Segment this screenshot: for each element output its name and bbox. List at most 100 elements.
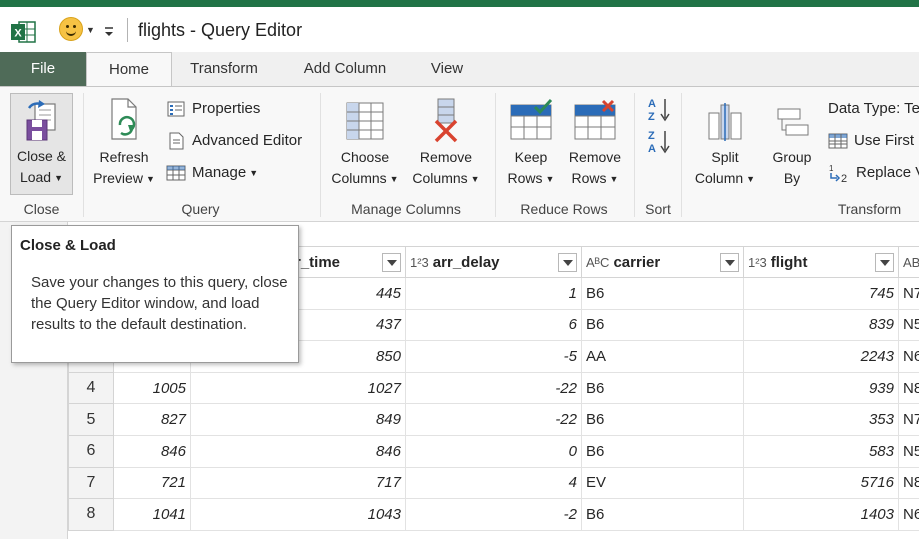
refresh-preview-button[interactable]: Refresh Preview ▼ (88, 93, 160, 195)
svg-text:Z: Z (648, 111, 655, 123)
cell-flight[interactable]: 939 (743, 371, 899, 405)
cell-sched-arr-time[interactable]: 849 (190, 403, 406, 436)
row-number[interactable]: 6 (68, 434, 114, 468)
cell-sched-arr-time[interactable]: 1043 (190, 498, 406, 531)
column-filter-button[interactable] (720, 253, 739, 272)
number-type-icon[interactable]: 1²3 (748, 255, 767, 270)
row-number[interactable]: 4 (68, 371, 114, 405)
cell-carrier[interactable]: B6 (581, 371, 744, 405)
cell-arr-delay[interactable]: -22 (405, 403, 582, 436)
group-label-manage-columns: Manage Columns (351, 201, 461, 217)
remove-rows-button[interactable]: Remove Rows ▼ (562, 93, 628, 195)
number-type-icon[interactable]: 1²3 (410, 255, 429, 270)
cell-tailnum[interactable]: N7 (898, 403, 919, 436)
data-type-label: Data Type: Te (828, 100, 919, 117)
text-type-icon[interactable]: AᴮC (586, 255, 609, 270)
cell-flight[interactable]: 839 (743, 308, 899, 342)
row-number[interactable]: 5 (68, 403, 114, 436)
cell-sched-arr-time[interactable]: 846 (190, 434, 406, 468)
cell-tailnum[interactable]: N5 (898, 308, 919, 342)
row-number[interactable]: 8 (68, 498, 114, 531)
cell-carrier[interactable]: EV (581, 466, 744, 500)
chevron-down-icon: ▼ (545, 173, 555, 184)
group-separator (681, 93, 682, 217)
excel-icon[interactable]: X (10, 20, 36, 44)
use-first-row-button[interactable]: Use First (828, 129, 914, 153)
cell-flight[interactable]: 5716 (743, 466, 899, 500)
tab-home[interactable]: Home (86, 52, 172, 87)
table-row[interactable]: 68468460B6583N5 (68, 434, 919, 468)
svg-text:X: X (14, 28, 22, 40)
customize-toolbar-icon[interactable] (102, 20, 116, 38)
row-number[interactable]: 7 (68, 466, 114, 500)
table-row[interactable]: 77217174EV5716N8 (68, 466, 919, 500)
cell-arr-delay[interactable]: 6 (405, 308, 582, 342)
cell-carrier[interactable]: B6 (581, 308, 744, 342)
cell-flight[interactable]: 353 (743, 403, 899, 436)
table-row[interactable]: 810411043-2B61403N6 (68, 498, 919, 531)
smiley-dropdown-caret[interactable]: ▼ (86, 25, 95, 35)
cell-tailnum[interactable]: N8 (898, 371, 919, 405)
tab-add-column[interactable]: Add Column (282, 52, 408, 86)
cell-arr-delay[interactable]: -22 (405, 371, 582, 405)
column-header-flight[interactable]: 1²3 flight (743, 246, 899, 278)
cell-dep-time[interactable]: 827 (113, 403, 191, 436)
cell-tailnum[interactable]: N5 (898, 434, 919, 468)
data-type-dropdown[interactable]: Data Type: Te (828, 97, 919, 121)
column-filter-button[interactable] (382, 253, 401, 272)
properties-button[interactable]: Properties (166, 97, 260, 121)
cell-carrier[interactable]: B6 (581, 498, 744, 531)
column-filter-button[interactable] (558, 253, 577, 272)
column-header-carrier[interactable]: AᴮC carrier (581, 246, 744, 278)
table-row[interactable]: 5827849-22B6353N7 (68, 403, 919, 436)
cell-arr-delay[interactable]: 4 (405, 466, 582, 500)
keep-rows-button[interactable]: Keep Rows ▼ (502, 93, 560, 195)
column-header-tailnum[interactable]: AB (898, 246, 919, 278)
cell-dep-time[interactable]: 846 (113, 434, 191, 468)
cell-carrier[interactable]: B6 (581, 434, 744, 468)
column-header-arr-delay[interactable]: 1²3 arr_delay (405, 246, 582, 278)
advanced-editor-button[interactable]: Advanced Editor (166, 129, 302, 153)
cell-tailnum[interactable]: N7 (898, 277, 919, 310)
sort-ascending-icon[interactable]: A Z (646, 95, 672, 123)
cell-flight[interactable]: 2243 (743, 340, 899, 373)
choose-columns-button[interactable]: Choose Columns ▼ (326, 93, 404, 195)
table-row[interactable]: 410051027-22B6939N8 (68, 371, 919, 405)
group-label-query: Query (181, 201, 220, 217)
tab-transform[interactable]: Transform (172, 52, 276, 86)
cell-tailnum[interactable]: N6 (898, 340, 919, 373)
group-label-close: Close (23, 201, 60, 217)
group-by-button[interactable]: Group By (764, 93, 820, 195)
remove-columns-button[interactable]: Remove Columns ▼ (406, 93, 486, 195)
svg-text:A: A (648, 143, 656, 155)
sort-descending-icon[interactable]: Z A (646, 127, 672, 155)
cell-carrier[interactable]: B6 (581, 277, 744, 310)
close-and-load-button[interactable]: Close & Load ▼ (10, 93, 73, 195)
cell-tailnum[interactable]: N8 (898, 466, 919, 500)
cell-sched-arr-time[interactable]: 1027 (190, 371, 406, 405)
cell-carrier[interactable]: B6 (581, 403, 744, 436)
tab-view[interactable]: View (414, 52, 480, 86)
cell-dep-time[interactable]: 1005 (113, 371, 191, 405)
replace-values-button[interactable]: 1 2 Replace V (828, 161, 919, 185)
cell-tailnum[interactable]: N6 (898, 498, 919, 531)
refresh-preview-label-line2: Preview ▼ (93, 170, 155, 186)
cell-sched-arr-time[interactable]: 717 (190, 466, 406, 500)
cell-flight[interactable]: 1403 (743, 498, 899, 531)
smiley-icon[interactable] (59, 17, 83, 41)
cell-dep-time[interactable]: 1041 (113, 498, 191, 531)
text-type-icon[interactable]: AB (903, 255, 919, 270)
cell-flight[interactable]: 583 (743, 434, 899, 468)
cell-arr-delay[interactable]: 1 (405, 277, 582, 310)
cell-flight[interactable]: 745 (743, 277, 899, 310)
split-column-button[interactable]: Split Column ▼ (688, 93, 762, 195)
group-by-icon (777, 108, 809, 136)
cell-carrier[interactable]: AA (581, 340, 744, 373)
cell-arr-delay[interactable]: -5 (405, 340, 582, 373)
cell-dep-time[interactable]: 721 (113, 466, 191, 500)
manage-button[interactable]: Manage ▼ (166, 161, 258, 185)
tab-file[interactable]: File (0, 52, 86, 86)
cell-arr-delay[interactable]: 0 (405, 434, 582, 468)
column-filter-button[interactable] (875, 253, 894, 272)
cell-arr-delay[interactable]: -2 (405, 498, 582, 531)
